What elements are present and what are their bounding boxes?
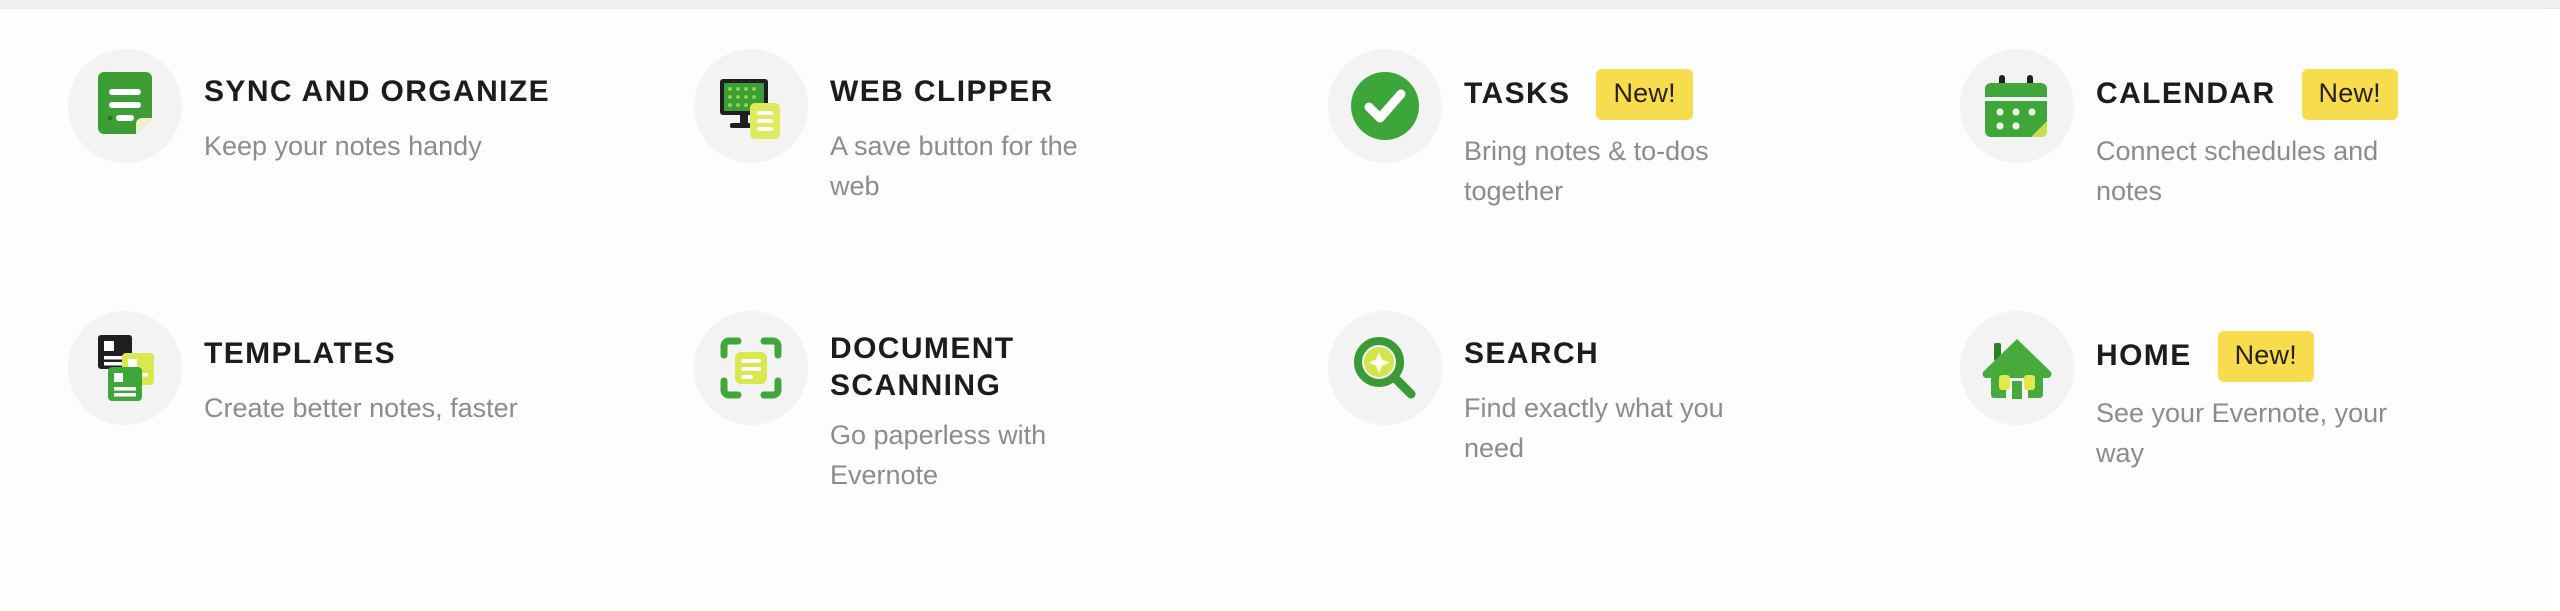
feature-item-document-scanning[interactable]: DOCUMENT SCANNING Go paperless with Ever… [640, 301, 1280, 563]
feature-title: TEMPLATES [204, 336, 397, 370]
feature-description: Find exactly what you need [1464, 393, 1724, 463]
feature-title: TASKS [1464, 77, 1571, 111]
title-row: DOCUMENT SCANNING [830, 331, 1120, 404]
new-badge: New! [2301, 69, 2398, 120]
note-document-icon [68, 49, 182, 163]
title-row: HOME New! [2096, 331, 2406, 382]
feature-description: Create better notes, faster [204, 393, 518, 423]
feature-text-block: SYNC AND ORGANIZE Keep your notes handy [204, 61, 550, 167]
feature-item-templates[interactable]: TEMPLATES Create better notes, faster [0, 301, 640, 563]
monitor-clip-icon [694, 49, 808, 163]
new-badge: New! [1596, 69, 1693, 120]
feature-text-block: CALENDAR New! Connect schedules and note… [2096, 61, 2406, 211]
feature-item-calendar[interactable]: CALENDAR New! Connect schedules and note… [1910, 39, 2546, 301]
feature-item-sync-and-organize[interactable]: SYNC AND ORGANIZE Keep your notes handy [0, 39, 640, 301]
scan-frame-icon [694, 311, 808, 425]
check-circle-icon [1328, 49, 1442, 163]
feature-item-search[interactable]: SEARCH Find exactly what you need [1280, 301, 1910, 563]
feature-text-block: WEB CLIPPER A save button for the web [830, 61, 1120, 206]
feature-title: CALENDAR [2096, 77, 2276, 111]
title-row: WEB CLIPPER [830, 69, 1120, 115]
title-row: TASKS New! [1464, 69, 1764, 120]
feature-text-block: TEMPLATES Create better notes, faster [204, 323, 518, 429]
feature-item-web-clipper[interactable]: WEB CLIPPER A save button for the web [640, 39, 1280, 301]
stacked-cards-icon [68, 311, 182, 425]
feature-grid-page: SYNC AND ORGANIZE Keep your notes handy [0, 0, 2560, 611]
feature-description: Connect schedules and notes [2096, 136, 2379, 206]
feature-description: A save button for the web [830, 131, 1078, 201]
feature-title: WEB CLIPPER [830, 74, 1054, 108]
feature-text-block: SEARCH Find exactly what you need [1464, 323, 1764, 468]
new-badge: New! [2217, 331, 2314, 382]
feature-title: SEARCH [1464, 336, 1600, 370]
feature-text-block: TASKS New! Bring notes & to-dos together [1464, 61, 1764, 211]
feature-description: Bring notes & to-dos together [1464, 136, 1709, 206]
title-row: SYNC AND ORGANIZE [204, 69, 550, 115]
feature-text-block: HOME New! See your Evernote, your way [2096, 323, 2406, 473]
house-icon [1960, 311, 2074, 425]
feature-description: Keep your notes handy [204, 131, 482, 161]
feature-description: Go paperless with Evernote [830, 420, 1047, 490]
title-row: SEARCH [1464, 331, 1764, 377]
feature-item-home[interactable]: HOME New! See your Evernote, your way [1910, 301, 2546, 563]
feature-description: See your Evernote, your way [2096, 398, 2388, 468]
title-row: TEMPLATES [204, 331, 518, 377]
calendar-icon [1960, 49, 2074, 163]
magnifier-sparkle-icon [1328, 311, 1442, 425]
title-row: CALENDAR New! [2096, 69, 2406, 120]
feature-title: DOCUMENT SCANNING [830, 332, 1015, 402]
right-edge-gutter [2546, 9, 2560, 611]
features-grid: SYNC AND ORGANIZE Keep your notes handy [0, 9, 2546, 611]
feature-title: SYNC AND ORGANIZE [204, 74, 551, 108]
feature-item-tasks[interactable]: TASKS New! Bring notes & to-dos together [1280, 39, 1910, 301]
feature-title: HOME [2096, 339, 2192, 373]
top-chrome-strip [0, 0, 2560, 9]
feature-text-block: DOCUMENT SCANNING Go paperless with Ever… [830, 323, 1120, 496]
